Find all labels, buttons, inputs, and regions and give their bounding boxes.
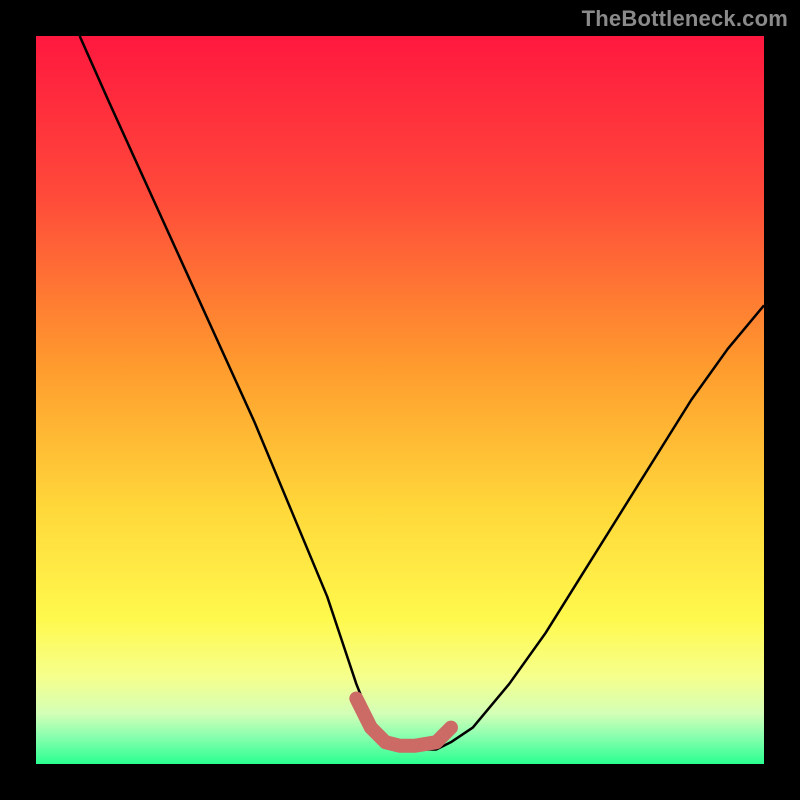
watermark-text: TheBottleneck.com	[582, 6, 788, 32]
chart-container: TheBottleneck.com	[0, 0, 800, 800]
bottleneck-chart	[0, 0, 800, 800]
plot-background	[36, 36, 764, 764]
